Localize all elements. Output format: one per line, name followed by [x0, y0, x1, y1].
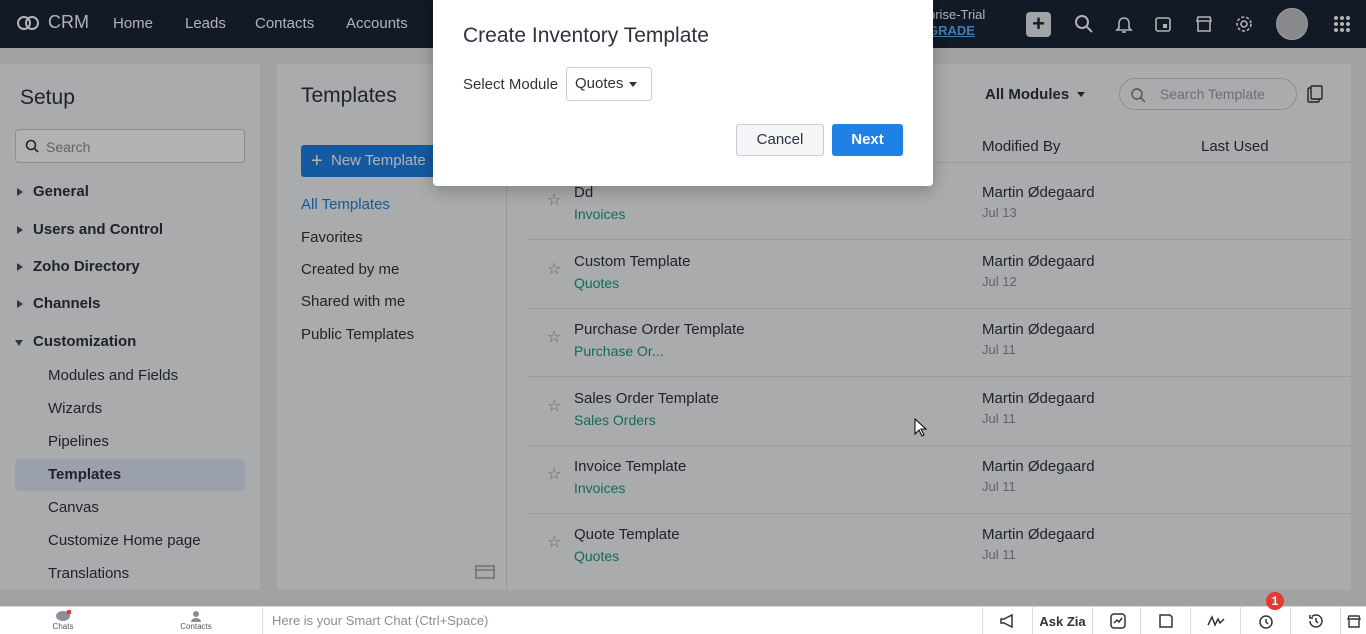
- activity-button[interactable]: [1092, 607, 1142, 634]
- history-button[interactable]: [1290, 607, 1340, 634]
- caret-down-icon: [629, 82, 637, 87]
- mouse-cursor-icon: [914, 418, 928, 437]
- next-button[interactable]: Next: [832, 124, 903, 156]
- reminders-button[interactable]: [1240, 607, 1290, 634]
- dialog-title: Create Inventory Template: [463, 24, 709, 47]
- smart-chat-input[interactable]: Here is your Smart Chat (Ctrl+Space): [262, 607, 980, 634]
- contacts-button[interactable]: Contacts: [172, 607, 220, 634]
- notes-button[interactable]: [1140, 607, 1190, 634]
- notification-badge: 1: [1266, 592, 1284, 610]
- cancel-button[interactable]: Cancel: [736, 124, 824, 156]
- sticky-note-icon: [1158, 614, 1173, 628]
- create-inventory-template-dialog: Create Inventory Template Select Module …: [433, 0, 933, 186]
- chats-button[interactable]: Chats: [40, 607, 86, 634]
- history-icon: [1308, 614, 1323, 628]
- activity-icon: [1109, 613, 1126, 629]
- store-button[interactable]: [1340, 607, 1366, 634]
- chats-label: Chats: [52, 622, 74, 631]
- store-icon: [1346, 615, 1361, 628]
- module-select-value: Quotes: [575, 75, 624, 92]
- alarm-clock-icon: [1258, 615, 1273, 629]
- bottom-bar: Chats Contacts Here is your Smart Chat (…: [0, 606, 1366, 634]
- ask-zia-button[interactable]: Ask Zia: [1032, 607, 1092, 634]
- signature-button[interactable]: [1190, 607, 1240, 634]
- announcement-button[interactable]: [982, 607, 1032, 634]
- contacts-label: Contacts: [180, 622, 212, 631]
- select-module-label: Select Module: [463, 76, 559, 93]
- signature-icon: [1206, 615, 1225, 627]
- chat-bubble-icon: [56, 610, 71, 621]
- person-icon: [191, 611, 201, 622]
- megaphone-icon: [999, 613, 1013, 629]
- module-select[interactable]: Quotes: [566, 67, 652, 101]
